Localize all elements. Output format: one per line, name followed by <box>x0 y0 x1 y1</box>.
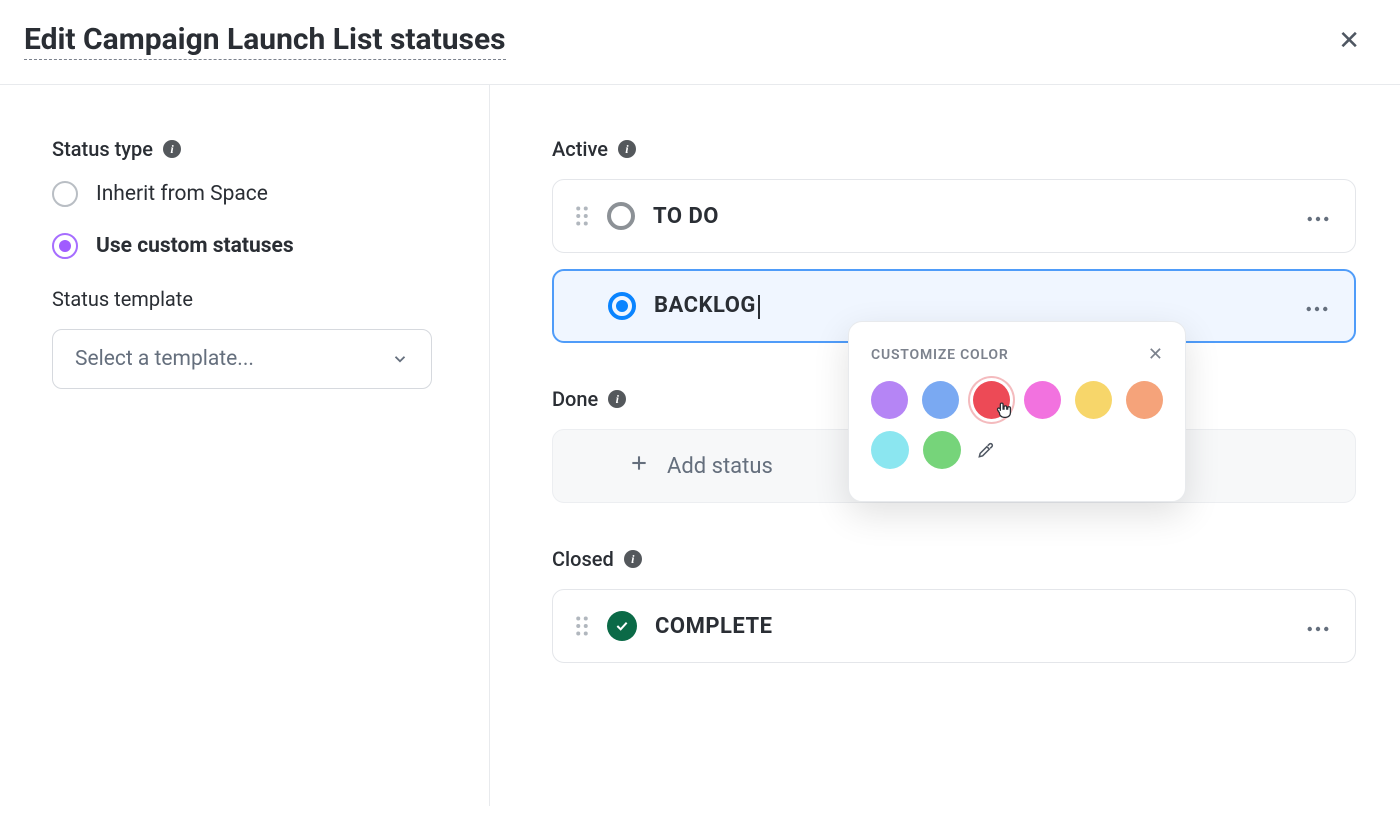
eyedropper-icon[interactable] <box>975 439 997 461</box>
modal-body: Status type i Inherit from Space Use cus… <box>0 85 1400 806</box>
status-template-label: Status template <box>52 287 441 311</box>
radio-circle-icon <box>52 181 78 207</box>
info-icon[interactable]: i <box>624 550 642 568</box>
group-done-text: Done <box>552 387 598 411</box>
status-type-text: Status type <box>52 137 153 161</box>
radio-inherit-from-space[interactable]: Inherit from Space <box>52 181 441 207</box>
info-icon[interactable]: i <box>608 390 626 408</box>
color-swatch[interactable] <box>1075 381 1112 419</box>
template-placeholder: Select a template... <box>75 347 254 371</box>
modal-header: Edit Campaign Launch List statuses ✕ <box>0 0 1400 85</box>
more-options-icon[interactable] <box>1300 291 1334 322</box>
color-swatch[interactable] <box>922 381 959 419</box>
popover-header: CUSTOMIZE COLOR ✕ <box>871 344 1163 365</box>
radio-custom-label: Use custom statuses <box>96 234 294 258</box>
status-card-todo[interactable]: TO DO <box>552 179 1356 253</box>
color-swatch[interactable] <box>1024 381 1061 419</box>
color-swatch[interactable] <box>973 381 1010 419</box>
radio-dot-icon <box>59 240 71 252</box>
cursor-hand-icon <box>993 399 1015 425</box>
right-panel: Active i TO DO BACKLOG Done <box>490 85 1400 806</box>
color-swatch[interactable] <box>1126 381 1163 419</box>
color-swatch[interactable] <box>871 431 909 469</box>
drag-handle-icon[interactable] <box>571 616 593 636</box>
popover-title: CUSTOMIZE COLOR <box>871 347 1009 363</box>
template-select[interactable]: Select a template... <box>52 329 432 389</box>
drag-handle-icon[interactable] <box>571 206 593 226</box>
add-status-label: Add status <box>667 454 773 479</box>
chevron-down-icon <box>391 350 409 368</box>
group-active-text: Active <box>552 137 608 161</box>
info-icon[interactable]: i <box>163 140 181 158</box>
more-options-icon[interactable] <box>1301 201 1335 232</box>
group-closed-text: Closed <box>552 547 614 571</box>
plus-icon <box>629 453 649 479</box>
status-color-ring[interactable] <box>607 202 635 230</box>
radio-inherit-label: Inherit from Space <box>96 182 268 206</box>
color-popover: CUSTOMIZE COLOR ✕ <box>848 321 1186 502</box>
radio-use-custom-statuses[interactable]: Use custom statuses <box>52 233 441 259</box>
radio-circle-icon <box>52 233 78 259</box>
status-name: COMPLETE <box>655 614 773 639</box>
group-heading-active: Active i <box>552 137 1356 161</box>
status-check-icon[interactable] <box>607 611 637 641</box>
close-icon[interactable]: ✕ <box>1338 28 1360 54</box>
swatch-row-1 <box>871 381 1163 419</box>
modal-title: Edit Campaign Launch List statuses <box>24 22 506 60</box>
status-name: TO DO <box>653 204 719 229</box>
info-icon[interactable]: i <box>618 140 636 158</box>
status-card-complete[interactable]: COMPLETE <box>552 589 1356 663</box>
status-name-input[interactable]: BACKLOG <box>654 293 760 318</box>
color-swatch[interactable] <box>871 381 908 419</box>
swatch-row-2 <box>871 431 1163 469</box>
group-heading-closed: Closed i <box>552 547 1356 571</box>
color-swatch[interactable] <box>923 431 961 469</box>
status-color-ring[interactable] <box>608 292 636 320</box>
left-panel: Status type i Inherit from Space Use cus… <box>0 85 490 806</box>
status-type-label: Status type i <box>52 137 441 161</box>
close-icon[interactable]: ✕ <box>1148 344 1163 365</box>
more-options-icon[interactable] <box>1301 611 1335 642</box>
